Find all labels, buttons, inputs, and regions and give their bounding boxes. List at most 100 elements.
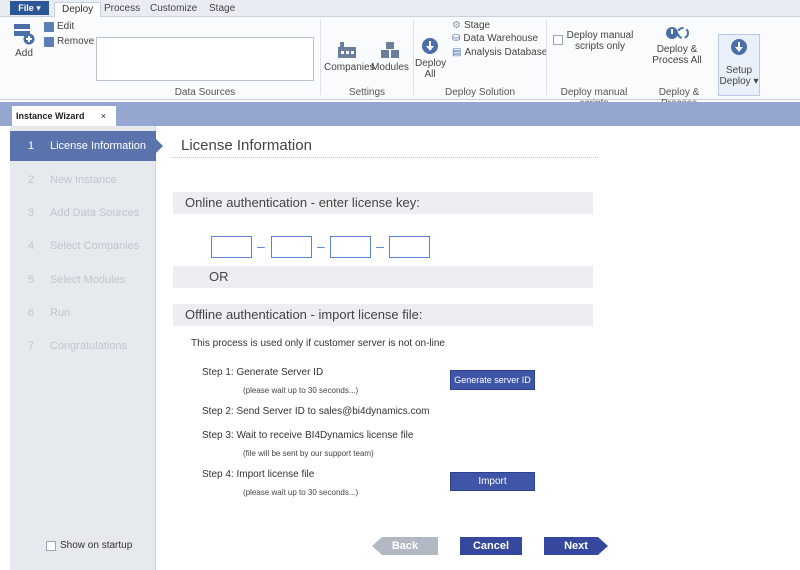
deploy-all-label-2: All	[424, 69, 436, 80]
show-on-startup-label: Show on startup	[60, 540, 133, 551]
close-tab-icon[interactable]: ×	[101, 106, 106, 126]
online-authentication-heading: Online authentication - enter license ke…	[173, 192, 593, 214]
remove-label: Remove	[57, 36, 95, 47]
license-key-part-3-input[interactable]	[330, 236, 371, 258]
modules-icon	[381, 42, 399, 58]
key-separator: –	[257, 238, 265, 254]
chart-icon: ▤	[452, 47, 462, 58]
step-number: 7	[28, 340, 35, 352]
step-4-text: Step 4: Import license file	[202, 469, 315, 480]
deploy-all-button[interactable]: Deploy All	[415, 37, 446, 80]
stage-icon: ⚙	[452, 20, 461, 31]
add-server-icon	[14, 24, 35, 45]
step-label: Select Modules	[50, 274, 126, 286]
step-1-text: Step 1: Generate Server ID	[202, 367, 324, 378]
deploy-process-all-button[interactable]: Deploy & Process All	[648, 25, 706, 66]
key-separator: –	[376, 238, 384, 254]
license-key-part-1-input[interactable]	[211, 236, 252, 258]
tab-process[interactable]: Process	[104, 2, 140, 18]
wizard-steps-panel: 1 License Information 2 New Instance 3 Add …	[10, 126, 163, 570]
setup-label-2: Deploy ▾	[719, 76, 759, 87]
deploy-process-label-1: Deploy &	[656, 44, 698, 55]
companies-button[interactable]: Companies	[324, 41, 375, 73]
instance-wizard-tab[interactable]: Instance Wizard ×	[12, 106, 116, 126]
companies-label: Companies	[324, 62, 375, 73]
step-label: License Information	[50, 140, 146, 152]
back-button[interactable]: Back	[372, 537, 438, 555]
tab-customize[interactable]: Customize	[150, 2, 197, 18]
deploy-manual-scripts-label: Deploy manual scripts only	[562, 30, 638, 52]
group-divider	[546, 20, 547, 95]
offline-note: This process is used only if customer se…	[191, 338, 445, 349]
step-2-text: Step 2: Send Server ID to sales@bi4dynam…	[202, 406, 430, 417]
modules-label: Modules	[371, 62, 409, 73]
database-icon: ⛁	[452, 33, 461, 44]
license-key-part-4-input[interactable]	[389, 236, 430, 258]
setup-label-1: Setup	[725, 65, 753, 76]
edit-icon	[44, 21, 54, 32]
step-3-note: (file will be sent by our support team)	[243, 449, 374, 458]
wizard-step-new-instance[interactable]: 2 New Instance	[10, 165, 156, 195]
show-on-startup-option[interactable]: Show on startup	[46, 540, 132, 551]
add-label: Add	[15, 48, 33, 59]
remove-icon	[44, 36, 54, 47]
manual-label-1: Deploy manual	[566, 30, 634, 41]
next-button[interactable]: Next	[544, 537, 608, 555]
step-label: Run	[50, 307, 71, 319]
wizard-step-add-data-sources[interactable]: 3 Add Data Sources	[10, 198, 156, 228]
step-label: Congratulations	[50, 340, 128, 352]
step-label: Add Data Sources	[50, 207, 140, 219]
remove-data-source-button[interactable]: Remove	[44, 36, 94, 47]
step-number: 2	[28, 174, 35, 186]
settings-group-label: Settings	[348, 87, 386, 98]
cancel-button[interactable]: Cancel	[460, 537, 522, 555]
step-number: 1	[28, 140, 35, 152]
deploy-process-icon	[666, 27, 689, 39]
document-tab-strip: Instance Wizard ×	[0, 102, 800, 126]
setup-download-icon	[731, 39, 747, 55]
deploy-stage-option[interactable]: ⚙ Stage	[452, 20, 490, 31]
import-button[interactable]: Import	[450, 472, 535, 491]
file-menu-button[interactable]: File ▾	[10, 1, 49, 15]
wizard-step-run[interactable]: 6 Run	[10, 298, 156, 328]
step-number: 4	[28, 240, 35, 252]
step-4-note: (please wait up to 30 seconds...)	[243, 488, 359, 497]
group-divider	[413, 20, 414, 95]
wizard-step-select-modules[interactable]: 5 Select Modules	[10, 265, 156, 295]
step-number: 6	[28, 307, 35, 319]
ribbon-tab-bar: File ▾ Deploy Process Customize Stage	[0, 0, 800, 18]
deploy-download-icon	[422, 38, 438, 54]
data-sources-list[interactable]	[96, 37, 314, 81]
modules-button[interactable]: Modules	[371, 41, 409, 73]
edit-data-source-button[interactable]: Edit	[44, 21, 74, 32]
instance-wizard-tab-label: Instance Wizard	[16, 111, 85, 121]
wizard-step-congratulations[interactable]: 7 Congratulations	[10, 331, 156, 361]
step-number: 5	[28, 274, 35, 286]
license-key-part-2-input[interactable]	[271, 236, 312, 258]
generate-server-id-button[interactable]: Generate server ID	[450, 370, 535, 390]
step-label: New Instance	[50, 174, 117, 186]
tab-stage[interactable]: Stage	[209, 2, 235, 18]
deploy-analysis-database-option[interactable]: ▤ Analysis Database	[452, 47, 547, 58]
title-divider	[172, 157, 598, 158]
key-separator: –	[317, 238, 325, 254]
add-data-source-button[interactable]: Add	[8, 23, 40, 59]
page-title: License Information	[181, 137, 312, 154]
offline-authentication-heading: Offline authentication - import license …	[173, 304, 593, 326]
wizard-step-license-information[interactable]: 1 License Information	[10, 131, 163, 161]
step-3-text: Step 3: Wait to receive BI4Dynamics lice…	[202, 430, 414, 441]
show-on-startup-checkbox[interactable]	[46, 540, 56, 551]
tab-deploy[interactable]: Deploy	[54, 2, 102, 18]
ribbon: Add Edit Remove Data Sources Companies M…	[0, 17, 800, 109]
manual-label-2: scripts only	[574, 41, 625, 52]
or-separator: OR	[173, 266, 593, 288]
deploy-data-warehouse-option[interactable]: ⛁ Data Warehouse	[452, 33, 538, 44]
step-1-note: (please wait up to 30 seconds...)	[243, 386, 359, 395]
companies-icon	[338, 42, 356, 58]
deploy-solution-group-label: Deploy Solution	[444, 87, 516, 98]
deploy-process-label-2: Process All	[652, 55, 702, 66]
wizard-step-select-companies[interactable]: 4 Select Companies	[10, 231, 156, 261]
data-warehouse-label: Data Warehouse	[463, 33, 539, 44]
setup-deploy-button[interactable]: Setup Deploy ▾	[718, 34, 760, 96]
step-number: 3	[28, 207, 35, 219]
